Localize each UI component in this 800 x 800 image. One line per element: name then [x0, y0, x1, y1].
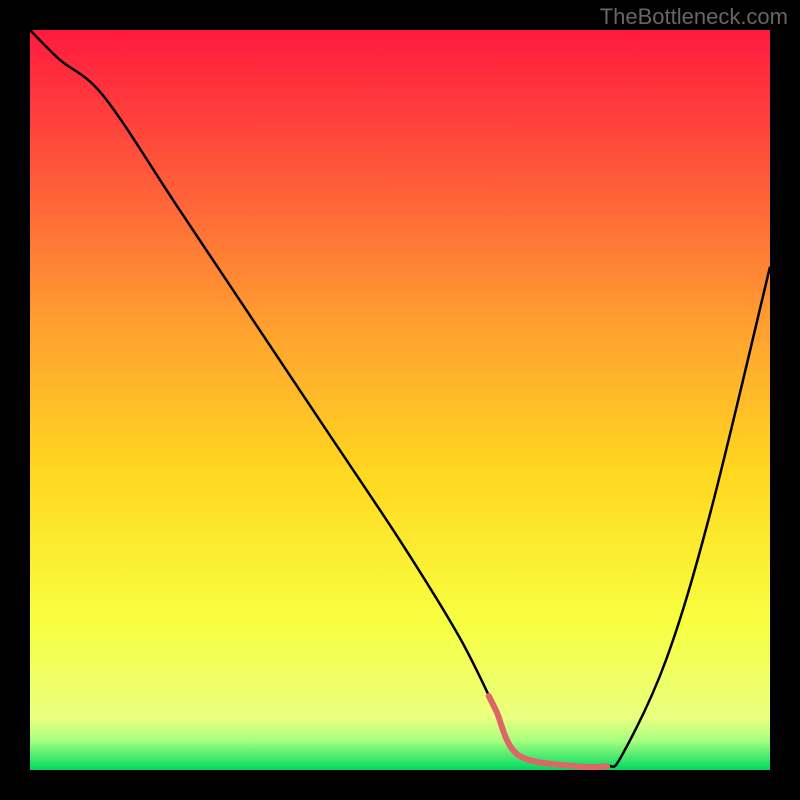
watermark-text: TheBottleneck.com [600, 4, 788, 30]
gradient-background [30, 30, 770, 770]
chart-container [30, 30, 770, 770]
bottleneck-chart [30, 30, 770, 770]
